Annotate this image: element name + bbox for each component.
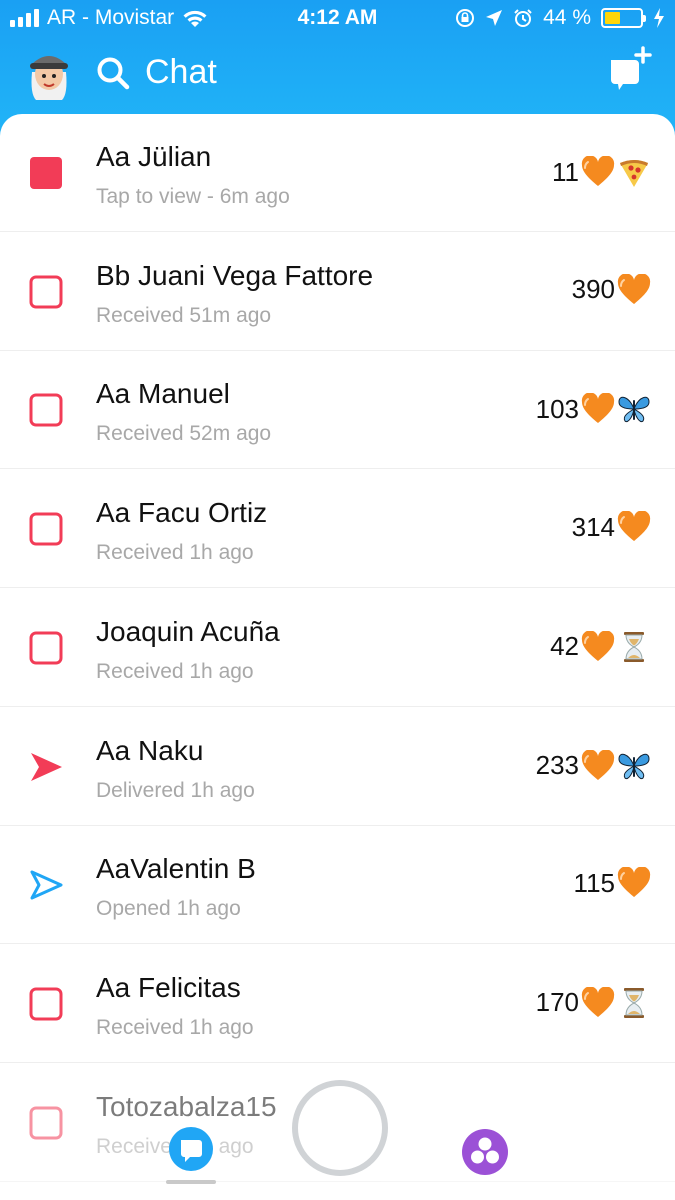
streak-indicator: 42	[550, 630, 651, 664]
chat-row[interactable]: Aa Jülian Tap to view - 6m ago 11	[0, 114, 675, 232]
received-status-icon	[29, 393, 63, 427]
streak-count: 115	[573, 867, 615, 898]
received-status-icon	[29, 1106, 63, 1140]
chat-row[interactable]: Aa Manuel Received 52m ago 103	[0, 351, 675, 470]
chat-status-text: Received 1h ago	[96, 1015, 254, 1039]
streak-indicator: 11	[552, 155, 651, 189]
header: Chat	[0, 40, 675, 112]
streak-indicator: 314	[572, 511, 651, 543]
opened-status-icon	[30, 870, 63, 900]
page-title: Chat	[145, 53, 217, 91]
chat-status-text: Received 51m ago	[96, 303, 272, 327]
streak-indicator: 390	[571, 273, 651, 306]
hourglass-icon	[624, 631, 644, 662]
chat-row[interactable]: Joaquin Acuña Received 1h ago 42	[0, 589, 675, 707]
delivered-status-icon	[31, 752, 62, 781]
chat-row[interactable]: Aa Naku Delivered 1h ago 233	[0, 708, 675, 826]
bitmoji-avatar[interactable]	[26, 46, 72, 102]
chat-status-text: Received 1h ago	[96, 659, 254, 683]
chat-row[interactable]: Aa Facu Ortiz Received 1h ago 314	[0, 470, 675, 589]
battery-icon	[601, 8, 646, 28]
streak-indicator: 170	[536, 986, 651, 1020]
orange-heart-icon	[617, 867, 651, 898]
chat-status-text: Received 1h ago	[96, 541, 254, 565]
chat-status-text: Delivered 1h ago	[96, 778, 255, 802]
streak-count: 11	[552, 156, 579, 187]
orange-heart-icon	[581, 986, 615, 1017]
search-icon[interactable]	[96, 56, 130, 90]
received-status-icon	[29, 631, 63, 665]
streak-count: 42	[550, 631, 579, 662]
alarm-icon	[514, 9, 532, 27]
orange-heart-icon	[581, 630, 615, 661]
chat-name: Aa Naku	[96, 734, 204, 766]
pizza-icon	[620, 160, 648, 187]
new-chat-icon[interactable]	[607, 46, 653, 92]
chat-status-text: Opened 1h ago	[96, 897, 241, 921]
streak-indicator: 103	[536, 392, 651, 426]
orange-heart-icon	[581, 156, 615, 186]
received-status-icon	[29, 987, 63, 1021]
orange-heart-icon	[617, 511, 651, 542]
hourglass-icon	[624, 987, 644, 1018]
chat-name: Aa Manuel	[96, 378, 230, 410]
orange-heart-icon	[581, 393, 615, 424]
streak-count: 390	[571, 274, 615, 305]
chat-name: Aa Felicitas	[96, 971, 241, 1003]
status-bar: AR - Movistar 4:12 AM 44 %	[0, 0, 675, 38]
streak-count: 233	[535, 750, 579, 780]
active-tab-indicator	[166, 1180, 216, 1184]
chat-name: Totozabalza15	[96, 1090, 277, 1122]
rotation-lock-icon	[456, 9, 475, 27]
chat-row[interactable]: AaValentin B Opened 1h ago 115	[0, 826, 675, 945]
chat-status-text: Tap to view - 6m ago	[96, 185, 290, 208]
discover-icon[interactable]	[461, 1128, 509, 1176]
chat-list: Aa Jülian Tap to view - 6m ago 11 Bb Juani …	[0, 114, 675, 1200]
chat-name: Bb Juani Vega Fattore	[96, 259, 374, 291]
chat-icon[interactable]	[168, 1126, 214, 1172]
orange-heart-icon	[581, 749, 615, 780]
status-right: 44 %	[455, 6, 665, 30]
camera-button[interactable]	[292, 1080, 388, 1176]
received-status-icon	[29, 275, 63, 309]
chat-status-text: Received 52m ago	[96, 422, 272, 446]
chat-name: Joaquin Acuña	[96, 615, 280, 647]
battery-percent: 44 %	[543, 6, 591, 29]
new-snap-status-icon	[30, 157, 62, 189]
butterfly-icon	[618, 397, 650, 423]
streak-count: 314	[571, 511, 615, 542]
chat-row[interactable]: Aa Felicitas Received 1h ago 170	[0, 945, 675, 1063]
received-status-icon	[29, 512, 63, 546]
location-icon	[486, 10, 503, 26]
chat-name: Aa Facu Ortiz	[96, 497, 268, 529]
chat-row[interactable]: Bb Juani Vega Fattore Received 51m ago 390	[0, 233, 675, 351]
streak-indicator: 233	[536, 749, 651, 783]
streak-count: 103	[535, 393, 579, 424]
charging-icon	[654, 8, 664, 28]
streak-count: 170	[535, 987, 579, 1018]
streak-indicator: 115	[574, 867, 651, 899]
orange-heart-icon	[617, 273, 651, 304]
butterfly-icon	[618, 753, 650, 779]
chat-name: AaValentin B	[96, 853, 256, 885]
chat-name: Aa Jülian	[96, 141, 212, 172]
